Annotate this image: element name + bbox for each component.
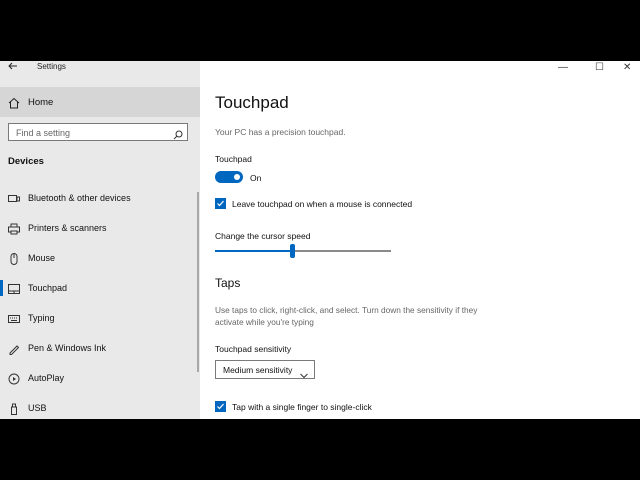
touchpad-toggle-state: On xyxy=(250,173,262,183)
app-title: Settings xyxy=(37,62,66,71)
touchpad-toggle-label: Touchpad xyxy=(215,154,252,164)
touchpad-icon xyxy=(8,282,20,294)
sidebar-item-label: Pen & Windows Ink xyxy=(28,343,107,353)
printer-icon xyxy=(8,222,20,235)
sidebar-item-usb[interactable]: USB xyxy=(0,394,200,419)
back-arrow-icon[interactable] xyxy=(8,61,20,75)
sidebar-item-label: Mouse xyxy=(28,253,56,263)
autoplay-icon xyxy=(8,372,20,385)
sidebar: Settings Home Find a setting Devices Blu… xyxy=(0,61,200,419)
page-title: Touchpad xyxy=(215,93,289,112)
sidebar-item-label: Touchpad xyxy=(28,283,68,293)
sidebar-item-label: Typing xyxy=(28,313,55,323)
pen-icon xyxy=(8,342,20,355)
page-subtitle: Your PC has a precision touchpad. xyxy=(215,127,346,137)
single-tap-checkbox[interactable] xyxy=(215,401,226,412)
sidebar-item-mouse[interactable]: Mouse xyxy=(0,244,200,272)
sidebar-item-bluetooth[interactable]: Bluetooth & other devices xyxy=(0,184,200,212)
cursor-speed-label: Change the cursor speed xyxy=(215,231,311,241)
cursor-speed-slider-fill xyxy=(215,250,293,252)
search-input[interactable]: Find a setting xyxy=(8,123,188,141)
sidebar-item-autoplay[interactable]: AutoPlay xyxy=(0,364,200,392)
minimize-icon[interactable]: — xyxy=(558,61,568,75)
settings-window: Settings Home Find a setting Devices Blu… xyxy=(0,61,640,419)
checkmark-icon xyxy=(217,200,224,207)
leave-touchpad-on-label: Leave touchpad on when a mouse is connec… xyxy=(232,199,413,209)
cursor-speed-slider-track[interactable] xyxy=(215,250,391,252)
section-title: Devices xyxy=(8,156,44,167)
taps-description: Use taps to click, right-click, and sele… xyxy=(215,305,478,327)
sidebar-item-label: Printers & scanners xyxy=(28,223,107,233)
toggle-knob xyxy=(234,174,240,180)
mouse-icon xyxy=(8,252,20,265)
taps-heading: Taps xyxy=(215,276,241,290)
maximize-icon[interactable]: ☐ xyxy=(595,61,604,75)
usb-icon xyxy=(8,402,20,415)
sidebar-item-label: USB xyxy=(28,403,47,413)
sidebar-item-printers[interactable]: Printers & scanners xyxy=(0,214,200,242)
sidebar-item-label: AutoPlay xyxy=(28,373,65,383)
touchpad-toggle[interactable] xyxy=(215,171,243,183)
checkmark-icon xyxy=(217,403,224,410)
sidebar-item-label: Bluetooth & other devices xyxy=(28,193,131,203)
active-indicator xyxy=(0,280,3,296)
main-content: — ☐ ✕ Touchpad Your PC has a precision t… xyxy=(200,61,640,419)
sidebar-item-pen[interactable]: Pen & Windows Ink xyxy=(0,334,200,362)
leave-touchpad-on-checkbox[interactable] xyxy=(215,198,226,209)
home-label: Home xyxy=(28,97,54,108)
search-icon[interactable] xyxy=(173,127,183,145)
sensitivity-dropdown[interactable]: Medium sensitivity xyxy=(215,360,315,379)
cursor-speed-slider-thumb[interactable] xyxy=(289,244,295,258)
keyboard-icon xyxy=(8,312,20,324)
bluetooth-devices-icon xyxy=(8,192,20,204)
sensitivity-label: Touchpad sensitivity xyxy=(215,344,292,354)
home-icon xyxy=(8,96,20,114)
single-tap-label: Tap with a single finger to single-click xyxy=(232,402,372,412)
chevron-down-icon xyxy=(300,366,308,384)
sidebar-scrollbar[interactable] xyxy=(197,192,199,372)
search-placeholder: Find a setting xyxy=(16,128,71,138)
sensitivity-value: Medium sensitivity xyxy=(223,365,293,375)
sidebar-item-touchpad[interactable]: Touchpad xyxy=(0,274,200,302)
close-icon[interactable]: ✕ xyxy=(623,61,631,75)
sidebar-item-typing[interactable]: Typing xyxy=(0,304,200,332)
home-nav-item[interactable]: Home xyxy=(0,87,200,117)
